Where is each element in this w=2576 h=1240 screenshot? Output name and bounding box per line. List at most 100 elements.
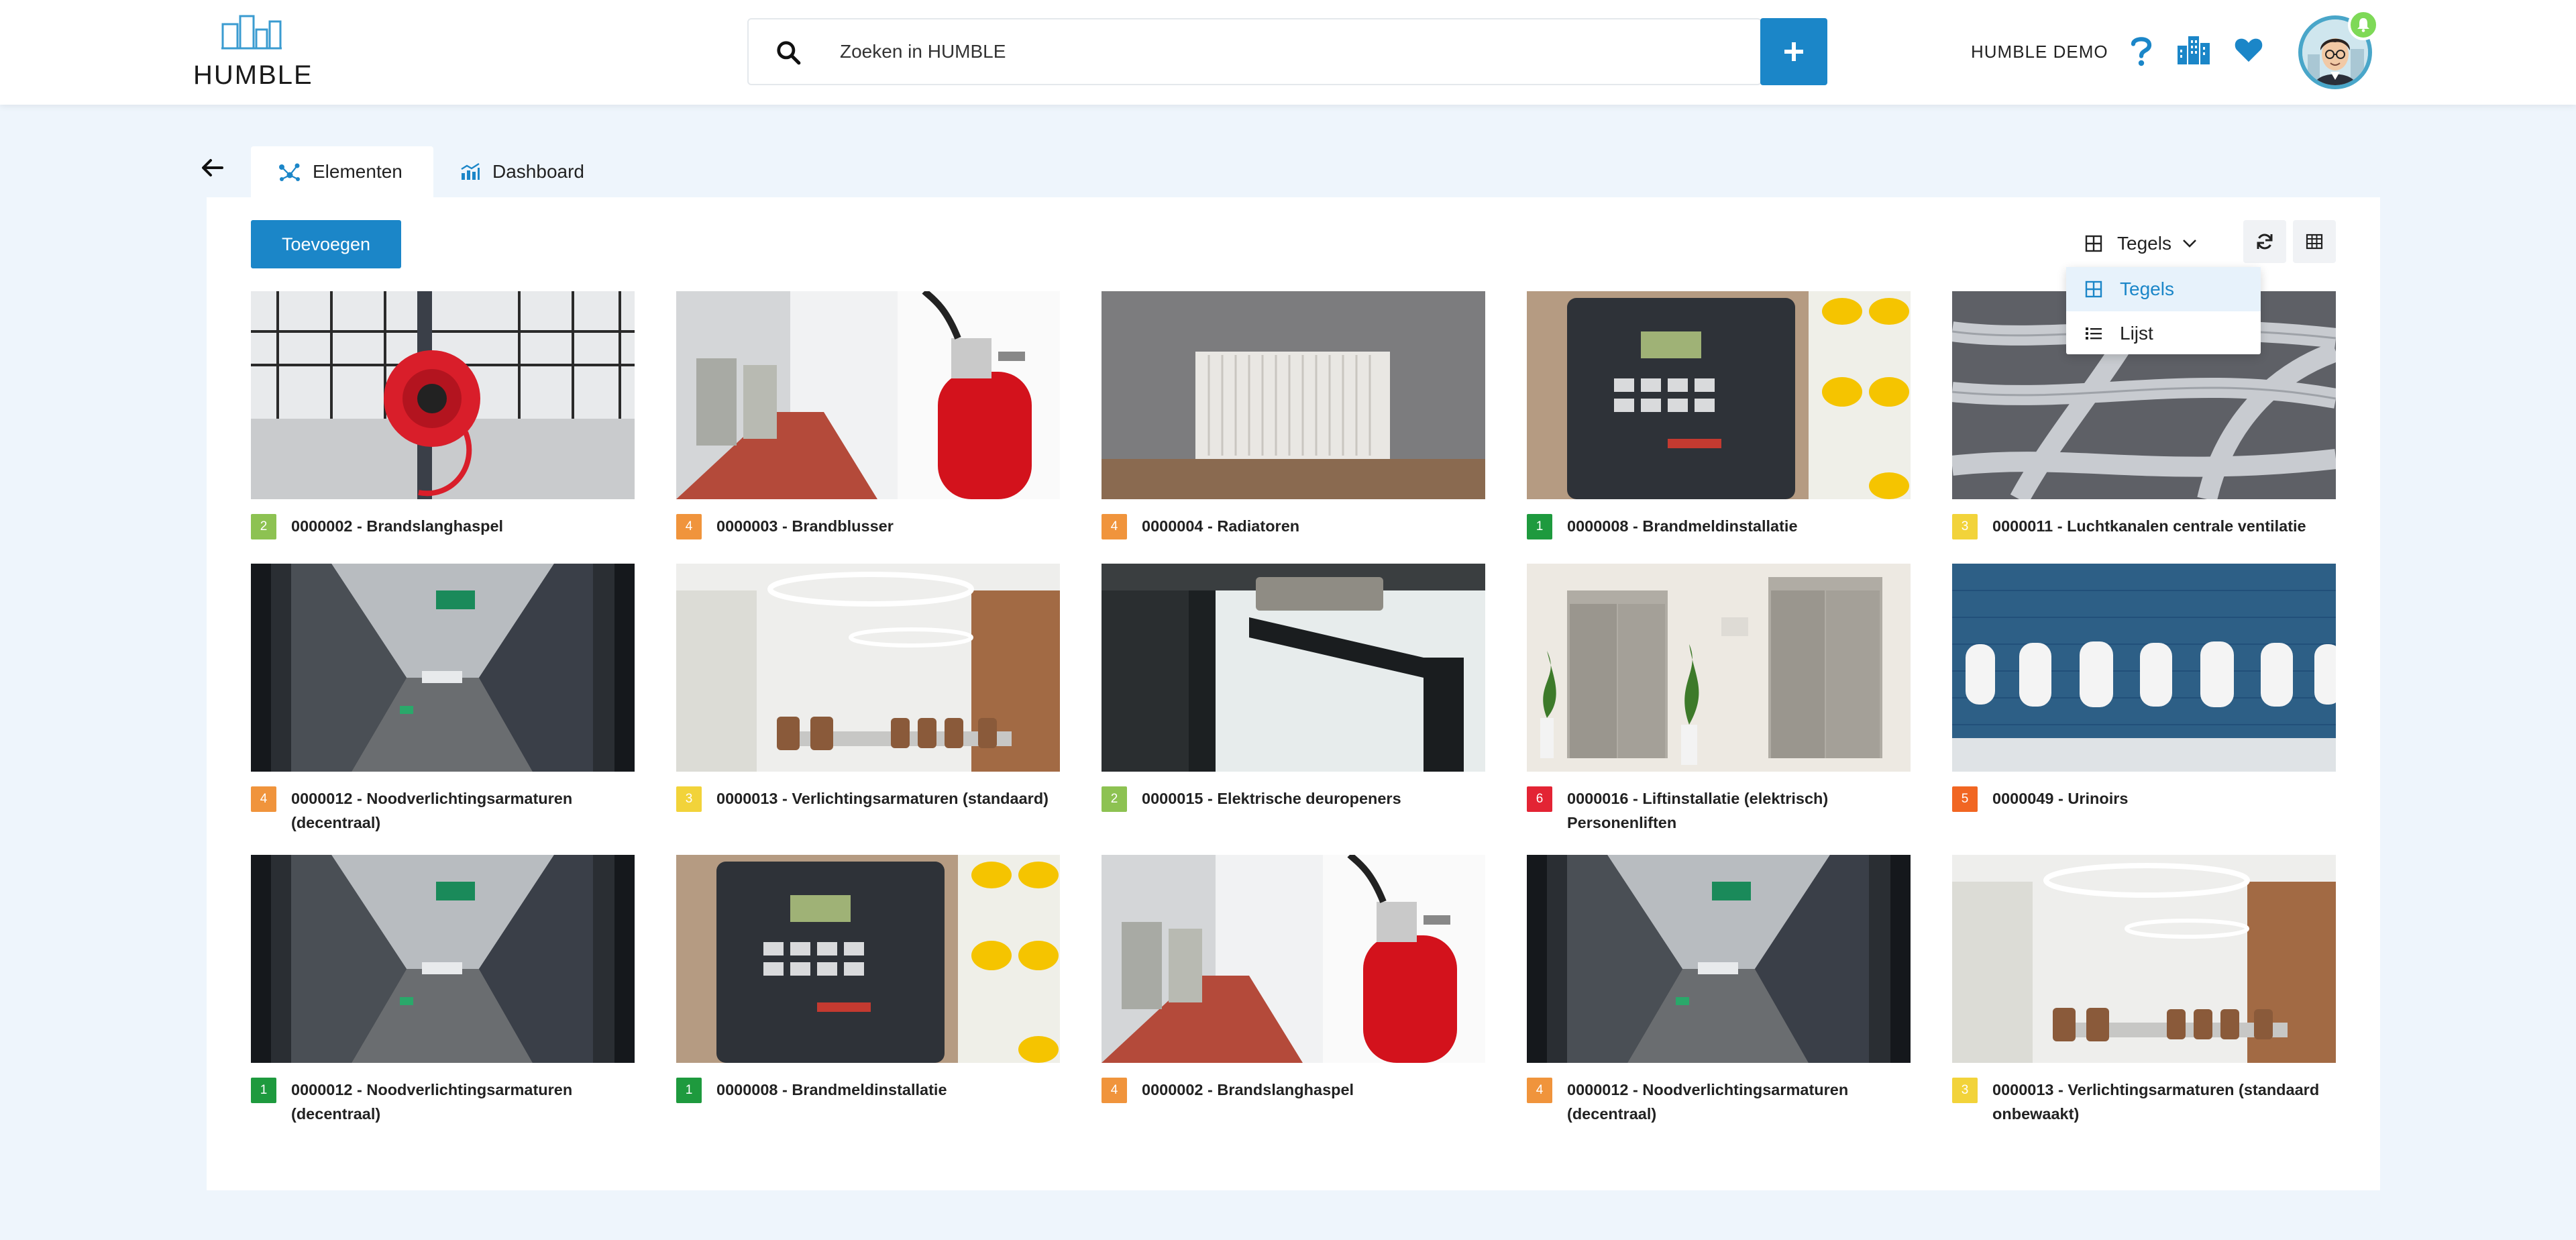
element-tile[interactable]: 4 0000004 - Radiatoren — [1102, 291, 1485, 539]
view-mode-dropdown: Tegels Lijst — [2066, 267, 2261, 354]
element-tile[interactable]: 1 0000012 - Noodverlichtingsarmaturen (de… — [251, 855, 635, 1126]
element-caption: 2 0000015 - Elektrische deuropeners — [1102, 786, 1485, 812]
plus-icon — [1784, 42, 1803, 61]
element-caption: 3 0000013 - Verlichtingsarmaturen (standa… — [1952, 1078, 2336, 1126]
element-title[interactable]: 0000015 - Elektrische deuropeners — [1142, 786, 1485, 811]
refresh-button[interactable] — [2243, 220, 2286, 263]
element-title[interactable]: 0000011 - Luchtkanalen centrale ventilat… — [1992, 514, 2336, 538]
element-photo-radiator[interactable] — [1102, 291, 1485, 499]
element-photo-fire-hose-reel[interactable] — [251, 291, 635, 499]
view-mode-select[interactable]: Tegels — [2085, 227, 2197, 260]
view-option-lijst[interactable]: Lijst — [2066, 311, 2261, 356]
building-logo-icon — [221, 15, 282, 50]
element-tile[interactable]: 2 0000015 - Elektrische deuropeners — [1102, 564, 1485, 812]
element-tile[interactable]: 1 0000008 - Brandmeldinstallatie — [1527, 291, 1911, 539]
element-title[interactable]: 0000049 - Urinoirs — [1992, 786, 2336, 811]
condition-score-badge: 4 — [1527, 1078, 1552, 1103]
element-tile[interactable]: 6 0000016 - Liftinstallatie (elektrisch) … — [1527, 564, 1911, 835]
element-title[interactable]: 0000002 - Brandslanghaspel — [291, 514, 635, 538]
condition-score-badge: 3 — [1952, 514, 1978, 539]
element-photo-fire-extinguisher[interactable] — [1102, 855, 1485, 1063]
list-icon — [2086, 327, 2102, 340]
element-photo-corridor-exit-sign[interactable] — [1527, 855, 1911, 1063]
table-view-button[interactable] — [2293, 220, 2336, 263]
element-photo-door-closer[interactable] — [1102, 564, 1485, 772]
buildings-icon[interactable] — [2176, 35, 2211, 66]
element-photo-elevators[interactable] — [1527, 564, 1911, 772]
notification-bell-badge[interactable] — [2348, 9, 2379, 40]
element-photo-meeting-room[interactable] — [1952, 855, 2336, 1063]
favorites-heart-icon[interactable] — [2234, 36, 2263, 63]
element-tile[interactable]: 4 0000012 - Noodverlichtingsarmaturen (de… — [1527, 855, 1911, 1126]
element-title[interactable]: 0000002 - Brandslanghaspel — [1142, 1078, 1485, 1102]
element-caption: 3 0000011 - Luchtkanalen centrale ventila… — [1952, 514, 2336, 539]
quick-add-button[interactable] — [1760, 18, 1827, 85]
element-title[interactable]: 0000012 - Noodverlichtingsarmaturen (dec… — [291, 1078, 635, 1126]
element-photo-fire-extinguisher[interactable] — [676, 291, 1060, 499]
bell-icon — [2357, 18, 2369, 32]
element-tile[interactable]: 4 0000003 - Brandblusser — [676, 291, 1060, 539]
search-box[interactable] — [747, 18, 1762, 85]
search-input[interactable] — [840, 19, 1739, 84]
element-title[interactable]: 0000012 - Noodverlichtingsarmaturen (dec… — [291, 786, 635, 835]
element-title[interactable]: 0000012 - Noodverlichtingsarmaturen (dec… — [1567, 1078, 1911, 1126]
element-caption: 5 0000049 - Urinoirs — [1952, 786, 2336, 812]
help-icon[interactable] — [2129, 35, 2153, 67]
tab-dashboard[interactable]: Dashboard — [451, 146, 612, 197]
element-caption: 4 0000012 - Noodverlichtingsarmaturen (de… — [1527, 1078, 1911, 1126]
condition-score-badge: 1 — [1527, 514, 1552, 539]
search-icon — [777, 41, 801, 65]
condition-score-badge: 3 — [676, 786, 702, 812]
view-option-tegels[interactable]: Tegels — [2066, 267, 2261, 311]
element-photo-corridor-exit-sign[interactable] — [251, 855, 635, 1063]
condition-score-badge: 4 — [676, 514, 702, 539]
element-tile[interactable]: 3 0000013 - Verlichtingsarmaturen (standa… — [1952, 855, 2336, 1126]
element-caption: 3 0000013 - Verlichtingsarmaturen (standa… — [676, 786, 1060, 812]
element-title[interactable]: 0000008 - Brandmeldinstallatie — [716, 1078, 1060, 1102]
view-option-label: Lijst — [2120, 323, 2153, 344]
view-option-label: Tegels — [2120, 278, 2174, 299]
element-photo-fire-alarm-panel[interactable] — [676, 855, 1060, 1063]
condition-score-badge: 4 — [1102, 1078, 1127, 1103]
condition-score-badge: 5 — [1952, 786, 1978, 812]
condition-score-badge: 2 — [251, 514, 276, 539]
element-caption: 4 0000012 - Noodverlichtingsarmaturen (de… — [251, 786, 635, 835]
logo-text: HUMBLE — [193, 60, 313, 90]
condition-score-badge: 6 — [1527, 786, 1552, 812]
add-element-button[interactable]: Toevoegen — [251, 220, 401, 268]
grid-icon — [2085, 280, 2102, 298]
elements-panel: Toevoegen Tegels Tegels Lijst 2 0000002 … — [207, 197, 2380, 1190]
element-tile[interactable]: 4 0000012 - Noodverlichtingsarmaturen (de… — [251, 564, 635, 835]
top-header: HUMBLE HUMBLE DEMO — [0, 0, 2576, 105]
element-title[interactable]: 0000008 - Brandmeldinstallatie — [1567, 514, 1911, 538]
chevron-down-icon — [2183, 240, 2196, 248]
table-icon — [2306, 234, 2323, 250]
element-photo-meeting-room[interactable] — [676, 564, 1060, 772]
element-title[interactable]: 0000004 - Radiatoren — [1142, 514, 1485, 538]
element-photo-fire-alarm-panel[interactable] — [1527, 291, 1911, 499]
condition-score-badge: 1 — [251, 1078, 276, 1103]
network-icon — [279, 163, 300, 181]
element-photo-corridor-exit-sign[interactable] — [251, 564, 635, 772]
condition-score-badge: 2 — [1102, 786, 1127, 812]
element-tile[interactable]: 1 0000008 - Brandmeldinstallatie — [676, 855, 1060, 1103]
element-tile[interactable]: 2 0000002 - Brandslanghaspel — [251, 291, 635, 539]
tab-elementen[interactable]: Elementen — [251, 146, 433, 197]
element-caption: 4 0000002 - Brandslanghaspel — [1102, 1078, 1485, 1103]
grid-icon — [2085, 235, 2102, 252]
back-arrow-icon[interactable] — [201, 158, 224, 177]
element-title[interactable]: 0000013 - Verlichtingsarmaturen (standaa… — [716, 786, 1060, 811]
element-title[interactable]: 0000016 - Liftinstallatie (elektrisch) P… — [1567, 786, 1911, 835]
element-tile[interactable]: 4 0000002 - Brandslanghaspel — [1102, 855, 1485, 1103]
organisation-name[interactable]: HUMBLE DEMO — [1971, 42, 2108, 62]
element-photo-urinals[interactable] — [1952, 564, 2336, 772]
condition-score-badge: 4 — [1102, 514, 1127, 539]
view-mode-label: Tegels — [2117, 233, 2171, 254]
humble-logo[interactable]: HUMBLE — [193, 15, 313, 90]
element-caption: 4 0000004 - Radiatoren — [1102, 514, 1485, 539]
element-title[interactable]: 0000003 - Brandblusser — [716, 514, 1060, 538]
condition-score-badge: 1 — [676, 1078, 702, 1103]
element-tile[interactable]: 3 0000013 - Verlichtingsarmaturen (standa… — [676, 564, 1060, 812]
element-title[interactable]: 0000013 - Verlichtingsarmaturen (standaa… — [1992, 1078, 2336, 1126]
element-tile[interactable]: 5 0000049 - Urinoirs — [1952, 564, 2336, 812]
